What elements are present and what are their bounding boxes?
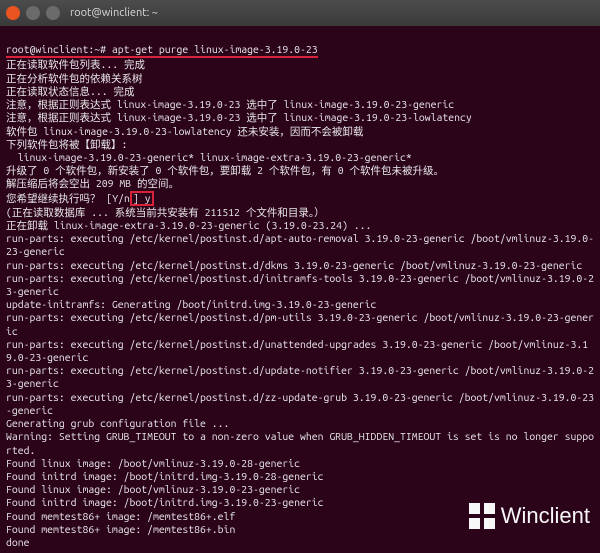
- windows-logo-icon: [469, 503, 495, 529]
- terminal-line: Warning: Setting GRUB_TIMEOUT to a non-z…: [6, 430, 594, 455]
- terminal-line: 注意，根据正则表达式 linux-image-3.19.0-23 选中了 lin…: [6, 111, 472, 123]
- terminal-output[interactable]: root@winclient:~# apt-get purge linux-im…: [0, 26, 600, 553]
- confirm-prompt-highlight: ] y: [130, 191, 154, 206]
- terminal-line: 正在卸载 linux-image-extra-3.19.0-23-generic…: [6, 219, 371, 231]
- terminal-line: 注意，根据正则表达式 linux-image-3.19.0-23 选中了 lin…: [6, 98, 454, 110]
- close-icon[interactable]: [6, 6, 20, 20]
- terminal-line: run-parts: executing /etc/kernel/postins…: [6, 311, 594, 336]
- terminal-line: Found initrd image: /boot/initrd.img-3.1…: [6, 470, 324, 482]
- terminal-line: run-parts: executing /etc/kernel/postins…: [6, 338, 588, 363]
- shell-prompt: root@winclient:~# apt-get purge linux-im…: [6, 43, 318, 58]
- terminal-line: Found memtest86+ image: /memtest86+.elf: [6, 510, 235, 522]
- terminal-line: Generating grub configuration file ...: [6, 417, 229, 429]
- terminal-line: Found initrd image: /boot/initrd.img-3.1…: [6, 496, 324, 508]
- window-titlebar: root@winclient: ~: [0, 0, 600, 26]
- terminal-line: 正在分析软件包的依赖关系树: [6, 72, 143, 84]
- terminal-line: run-parts: executing /etc/kernel/postins…: [6, 259, 582, 271]
- terminal-line: Found memtest86+ image: /memtest86+.bin: [6, 523, 235, 535]
- terminal-line: run-parts: executing /etc/kernel/postins…: [6, 364, 594, 389]
- terminal-line: (正在读取数据库 ... 系统当前共安装有 211512 个文件和目录。）: [6, 206, 325, 218]
- prompt-user-host: root@winclient:~#: [6, 43, 106, 55]
- terminal-line: linux-image-3.19.0-23-generic* linux-ima…: [6, 151, 412, 163]
- terminal-line: 您希望继续执行吗？ [Y/n] y: [6, 192, 154, 204]
- terminal-line: run-parts: executing /etc/kernel/postins…: [6, 232, 594, 257]
- terminal-line: Found linux image: /boot/vmlinuz-3.19.0-…: [6, 457, 300, 469]
- prompt-command: apt-get purge linux-image-3.19.0-23: [112, 43, 318, 55]
- terminal-line: 软件包 linux-image-3.19.0-23-lowlatency 还未安…: [6, 125, 363, 137]
- terminal-line: 正在读取状态信息... 完成: [6, 85, 135, 97]
- terminal-line: 正在读取软件包列表... 完成: [6, 58, 145, 70]
- watermark: Winclient: [469, 503, 590, 529]
- maximize-icon[interactable]: [46, 6, 60, 20]
- window-title: root@winclient: ~: [70, 7, 158, 19]
- terminal-line: Found linux image: /boot/vmlinuz-3.19.0-…: [6, 483, 300, 495]
- terminal-line: 下列软件包将被【卸载】:: [6, 138, 127, 150]
- minimize-icon[interactable]: [26, 6, 40, 20]
- terminal-line: run-parts: executing /etc/kernel/postins…: [6, 272, 594, 297]
- terminal-line: update-initramfs: Generating /boot/initr…: [6, 298, 376, 310]
- watermark-text: Winclient: [501, 503, 590, 529]
- terminal-line: 升级了 0 个软件包，新安装了 0 个软件包，要卸载 2 个软件包，有 0 个软…: [6, 164, 444, 176]
- terminal-line: run-parts: executing /etc/kernel/postins…: [6, 391, 594, 416]
- terminal-line: 解压缩后将会空出 209 MB 的空间。: [6, 177, 179, 189]
- terminal-line: done: [6, 536, 30, 548]
